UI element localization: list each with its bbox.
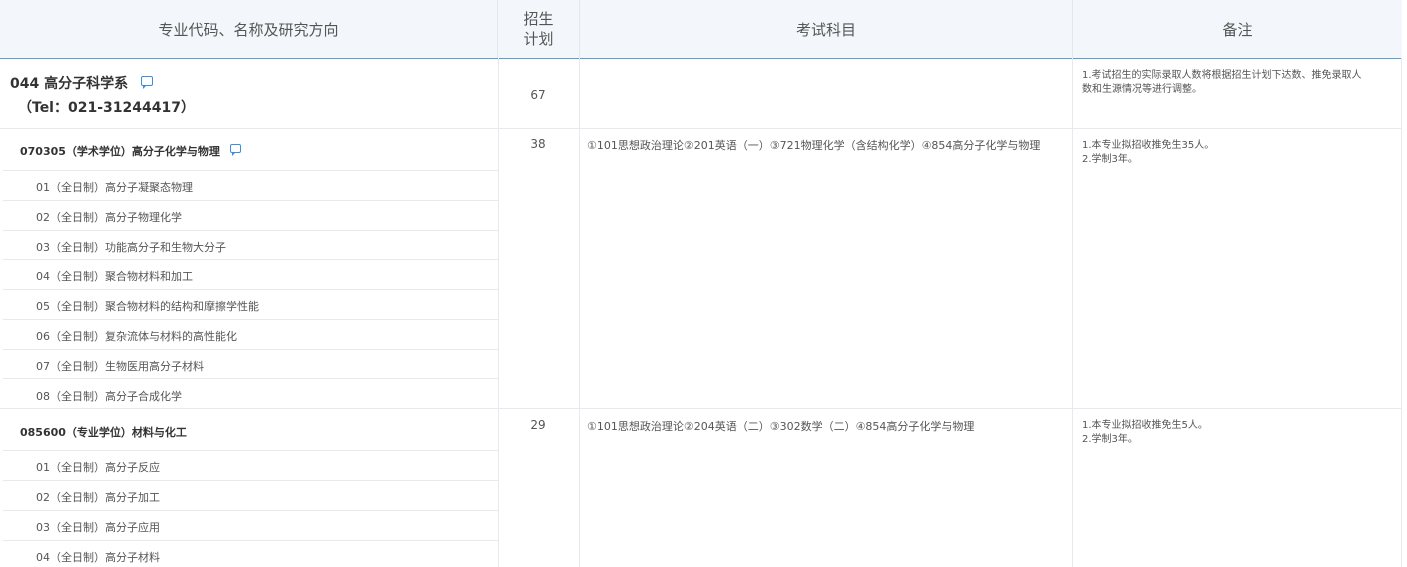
row-divider — [3, 480, 498, 481]
direction-item: 01（全日制）高分子反应 — [36, 461, 160, 474]
divider — [498, 58, 499, 567]
header-exam: 考试科目 — [580, 0, 1073, 58]
divider — [1072, 58, 1073, 567]
row-divider — [3, 510, 498, 511]
row-divider — [3, 289, 498, 290]
header-notes: 备注 — [1222, 20, 1253, 39]
direction-item: 04（全日制）聚合物材料和加工 — [36, 270, 193, 283]
department-name: 044 高分子科学系 — [10, 76, 129, 92]
row-divider — [3, 230, 498, 231]
row-divider — [3, 170, 498, 171]
note-line: 数和生源情况等进行调整。 — [1082, 84, 1202, 95]
row-divider — [3, 200, 498, 201]
header-quota-line2: 计划 — [523, 30, 554, 48]
divider — [579, 58, 580, 567]
direction-item: 06（全日制）复杂流体与材料的高性能化 — [36, 330, 237, 343]
note-line: 2.学制3年。 — [1082, 154, 1138, 165]
row-divider — [3, 540, 498, 541]
department-tel: （Tel：021-31244417） — [18, 100, 195, 116]
major-quota: 29 — [530, 418, 546, 432]
direction-item: 04（全日制）高分子材料 — [36, 551, 160, 564]
direction-item: 05（全日制）聚合物材料的结构和摩擦学性能 — [36, 300, 259, 313]
department-notes: 1.考试招生的实际录取人数将根据招生计划下达数、推免录取人 数和生源情况等进行调… — [1082, 69, 1362, 97]
row-divider — [3, 319, 498, 320]
direction-item: 03（全日制）高分子应用 — [36, 521, 160, 534]
header-quota-line1: 招生 — [523, 10, 554, 28]
direction-item: 02（全日制）高分子加工 — [36, 491, 160, 504]
note-line: 1.考试招生的实际录取人数将根据招生计划下达数、推免录取人 — [1082, 70, 1362, 81]
major-notes: 1.本专业拟招收推免生5人。 2.学制3年。 — [1082, 419, 1208, 447]
direction-item: 03（全日制）功能高分子和生物大分子 — [36, 241, 226, 254]
direction-item: 02（全日制）高分子物理化学 — [36, 211, 182, 224]
major-exam: ①101思想政治理论②204英语（二）③302数学（二）④854高分子化学与物理 — [587, 420, 975, 433]
note-line: 1.本专业拟招收推免生35人。 — [1082, 140, 1215, 151]
major-title: 070305（学术学位）高分子化学与物理 — [20, 145, 220, 158]
header-major: 专业代码、名称及研究方向 — [0, 0, 498, 58]
row-divider — [3, 450, 498, 451]
divider — [1401, 58, 1402, 567]
comment-icon[interactable] — [141, 76, 153, 89]
row-divider — [0, 128, 1402, 129]
header-quota: 招生 计划 — [498, 0, 580, 58]
row-divider — [0, 408, 1402, 409]
note-line: 2.学制3年。 — [1082, 434, 1138, 445]
department-quota: 67 — [530, 88, 546, 102]
major-quota: 38 — [530, 137, 546, 151]
row-divider — [3, 259, 498, 260]
comment-icon[interactable] — [230, 144, 241, 156]
major-title: 085600（专业学位）材料与化工 — [20, 426, 187, 439]
admissions-table: 专业代码、名称及研究方向 招生 计划 考试科目 备注 044 高分子科学系 （T… — [0, 0, 1405, 567]
direction-item: 07（全日制）生物医用高分子材料 — [36, 360, 204, 373]
note-line: 1.本专业拟招收推免生5人。 — [1082, 420, 1208, 431]
direction-item: 01（全日制）高分子凝聚态物理 — [36, 181, 193, 194]
row-divider — [3, 378, 498, 379]
direction-item: 08（全日制）高分子合成化学 — [36, 390, 182, 403]
table-header: 专业代码、名称及研究方向 招生 计划 考试科目 备注 — [0, 0, 1402, 59]
major-exam: ①101思想政治理论②201英语（一）③721物理化学（含结构化学）④854高分… — [587, 139, 1041, 152]
row-divider — [3, 349, 498, 350]
major-notes: 1.本专业拟招收推免生35人。 2.学制3年。 — [1082, 139, 1214, 167]
